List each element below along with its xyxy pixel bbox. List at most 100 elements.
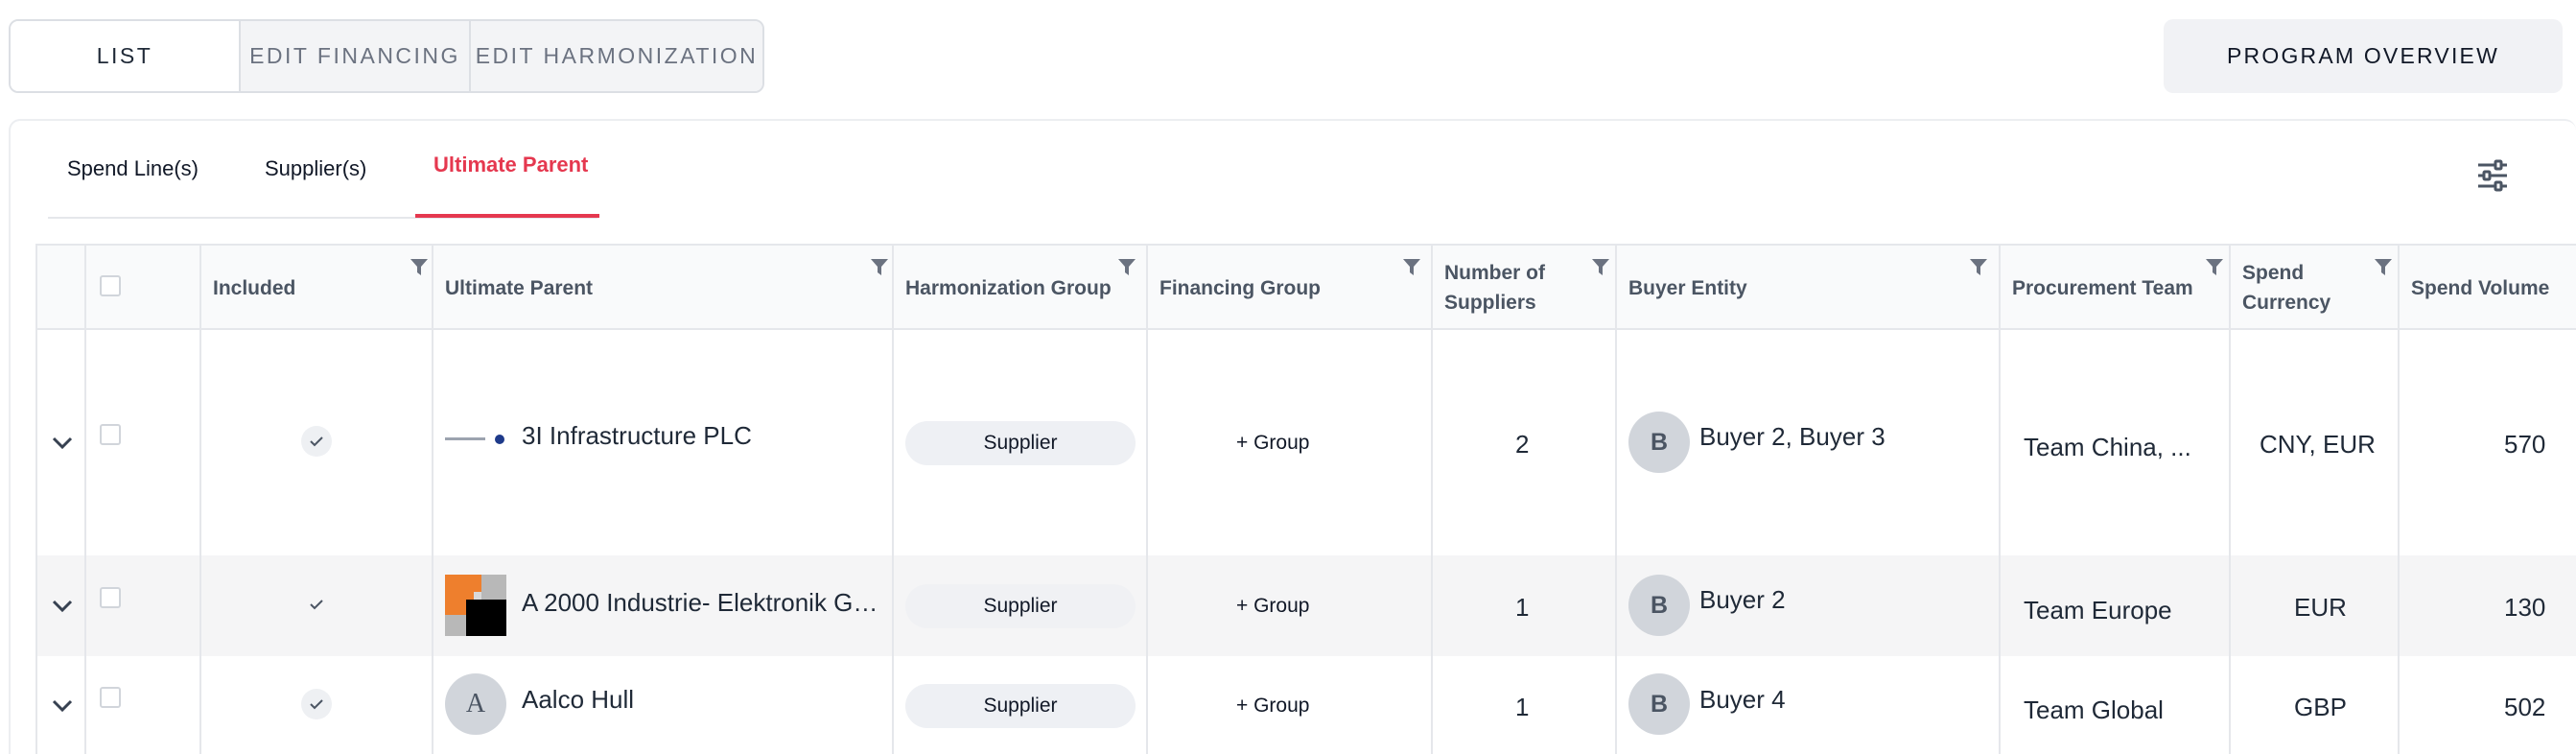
3i-infrastructure-logo xyxy=(445,435,504,444)
spend-currency-text: EUR xyxy=(2294,593,2347,622)
spend-volume-cell: 570 xyxy=(2400,330,2576,555)
header-included-label: Included xyxy=(213,276,296,299)
buyer-entity-cell: B Buyer 2, Buyer 3 xyxy=(1617,330,2001,555)
filter-icon[interactable] xyxy=(1118,259,1136,276)
procurement-team-text: Team Global xyxy=(2024,695,2164,724)
filter-icon[interactable] xyxy=(1592,259,1609,276)
procurement-team-cell: Team Europe xyxy=(2001,555,2231,656)
ultimate-parent-name[interactable]: Aalco Hull xyxy=(522,685,634,715)
ultimate-parent-cell: 3I Infrastructure PLC xyxy=(433,330,894,555)
chevron-down-icon[interactable] xyxy=(51,698,74,714)
filter-icon[interactable] xyxy=(2206,259,2223,276)
sub-tabs: Spend Line(s) Supplier(s) Ultimate Paren… xyxy=(38,120,600,218)
header-spend-volume-label: Spend Volume xyxy=(2411,276,2550,299)
row-checkbox[interactable] xyxy=(100,587,121,608)
subtab-suppliers[interactable]: Supplier(s) xyxy=(240,120,416,218)
avatar: A xyxy=(445,673,506,735)
tab-list[interactable]: LIST xyxy=(11,21,241,91)
procurement-team-cell: Team Global xyxy=(2001,656,2231,754)
harmonization-group-cell: Supplier xyxy=(894,656,1148,754)
filter-icon[interactable] xyxy=(871,259,888,276)
spend-currency-text: GBP xyxy=(2294,693,2347,721)
number-of-suppliers-cell: 1 xyxy=(1433,656,1617,754)
avatar: B xyxy=(1628,673,1690,735)
expand-cell xyxy=(37,555,86,656)
spend-volume-cell: 130 xyxy=(2400,555,2576,656)
ultimate-parent-cell: A 2000 Industrie- Elektronik Gm... xyxy=(433,555,894,656)
a2000-logo xyxy=(445,575,506,636)
avatar: B xyxy=(1628,412,1690,473)
header-financing-group: Financing Group xyxy=(1148,246,1433,330)
ultimate-parent-name[interactable]: A 2000 Industrie- Elektronik Gm... xyxy=(522,588,891,618)
subtab-ultimate-parent[interactable]: Ultimate Parent xyxy=(416,116,600,214)
avatar: B xyxy=(1628,575,1690,636)
header-harmonization-group-label: Harmonization Group xyxy=(905,276,1112,299)
financing-group-cell: + Group xyxy=(1148,330,1433,555)
procurement-team-text: Team Europe xyxy=(2024,596,2172,624)
harmonization-group-pill[interactable]: Supplier xyxy=(905,584,1136,628)
harmonization-group-pill[interactable]: Supplier xyxy=(905,421,1136,465)
add-group-button[interactable]: + Group xyxy=(1236,695,1309,718)
header-procurement-team: Procurement Team xyxy=(2001,246,2231,330)
column-settings-icon[interactable] xyxy=(2474,159,2511,192)
header-number-of-suppliers: Number of Suppliers xyxy=(1433,246,1617,330)
table-row[interactable]: 3I Infrastructure PLC Supplier + Group 2… xyxy=(37,330,2576,555)
spend-currency-cell: GBP xyxy=(2231,656,2400,754)
row-checkbox[interactable] xyxy=(100,424,121,445)
header-expand xyxy=(37,246,86,330)
filter-icon[interactable] xyxy=(1403,259,1420,276)
number-of-suppliers-cell: 2 xyxy=(1433,330,1617,555)
select-cell xyxy=(86,555,201,656)
included-cell xyxy=(201,555,433,656)
financing-group-cell: + Group xyxy=(1148,656,1433,754)
tab-edit-financing[interactable]: EDIT FINANCING xyxy=(241,21,471,91)
ultimate-parent-table: Included Ultimate Parent Harmonization G… xyxy=(35,244,2576,754)
check-icon xyxy=(301,689,332,719)
harmonization-group-cell: Supplier xyxy=(894,330,1148,555)
add-group-button[interactable]: + Group xyxy=(1236,432,1309,455)
spend-volume-text: 130 xyxy=(2504,593,2546,622)
spend-currency-cell: CNY, EUR xyxy=(2231,330,2400,555)
included-cell xyxy=(201,656,433,754)
header-ultimate-parent-label: Ultimate Parent xyxy=(445,276,594,299)
filter-icon[interactable] xyxy=(410,259,428,276)
number-of-suppliers-cell: 1 xyxy=(1433,555,1617,656)
table-row[interactable]: A 2000 Industrie- Elektronik Gm... Suppl… xyxy=(37,555,2576,656)
select-cell xyxy=(86,330,201,555)
spend-currency-cell: EUR xyxy=(2231,555,2400,656)
supplier-count: 1 xyxy=(1515,593,1530,622)
header-financing-group-label: Financing Group xyxy=(1159,276,1321,299)
header-procurement-team-label: Procurement Team xyxy=(2012,276,2193,299)
table-row[interactable]: A Aalco Hull Supplier + Group 1 B Buyer … xyxy=(37,656,2576,754)
header-spend-currency-label: Spend Currency xyxy=(2242,262,2331,314)
tab-edit-harmonization[interactable]: EDIT HARMONIZATION xyxy=(471,21,762,91)
ultimate-parent-name[interactable]: 3I Infrastructure PLC xyxy=(522,421,752,451)
view-switcher: LIST EDIT FINANCING EDIT HARMONIZATION xyxy=(9,19,764,93)
procurement-team-cell: Team China, ... xyxy=(2001,330,2231,555)
spend-volume-text: 570 xyxy=(2504,430,2546,459)
buyer-entity-cell: B Buyer 4 xyxy=(1617,656,2001,754)
header-buyer-entity-label: Buyer Entity xyxy=(1628,276,1747,299)
header-select xyxy=(86,246,201,330)
harmonization-group-cell: Supplier xyxy=(894,555,1148,656)
chevron-down-icon[interactable] xyxy=(51,599,74,614)
header-buyer-entity: Buyer Entity xyxy=(1617,246,2001,330)
select-all-checkbox[interactable] xyxy=(100,275,121,296)
filter-icon[interactable] xyxy=(1970,259,1987,276)
harmonization-group-pill[interactable]: Supplier xyxy=(905,684,1136,728)
subtab-spend-lines[interactable]: Spend Line(s) xyxy=(38,120,240,218)
ultimate-parent-cell: A Aalco Hull xyxy=(433,656,894,754)
header-number-of-suppliers-label: Number of Suppliers xyxy=(1444,262,1545,314)
check-icon xyxy=(301,426,332,457)
row-checkbox[interactable] xyxy=(100,687,121,708)
chevron-down-icon[interactable] xyxy=(51,436,74,451)
active-subtab-indicator xyxy=(415,214,599,218)
program-overview-button[interactable]: PROGRAM OVERVIEW xyxy=(2164,19,2563,93)
add-group-button[interactable]: + Group xyxy=(1236,595,1309,618)
buyer-entity-text: Buyer 4 xyxy=(1699,685,1786,714)
spend-currency-text: CNY, EUR xyxy=(2260,430,2376,459)
header-harmonization-group: Harmonization Group xyxy=(894,246,1148,330)
buyer-entity-text: Buyer 2, Buyer 3 xyxy=(1699,422,1885,451)
spend-volume-text: 502 xyxy=(2504,693,2546,721)
filter-icon[interactable] xyxy=(2375,259,2392,276)
